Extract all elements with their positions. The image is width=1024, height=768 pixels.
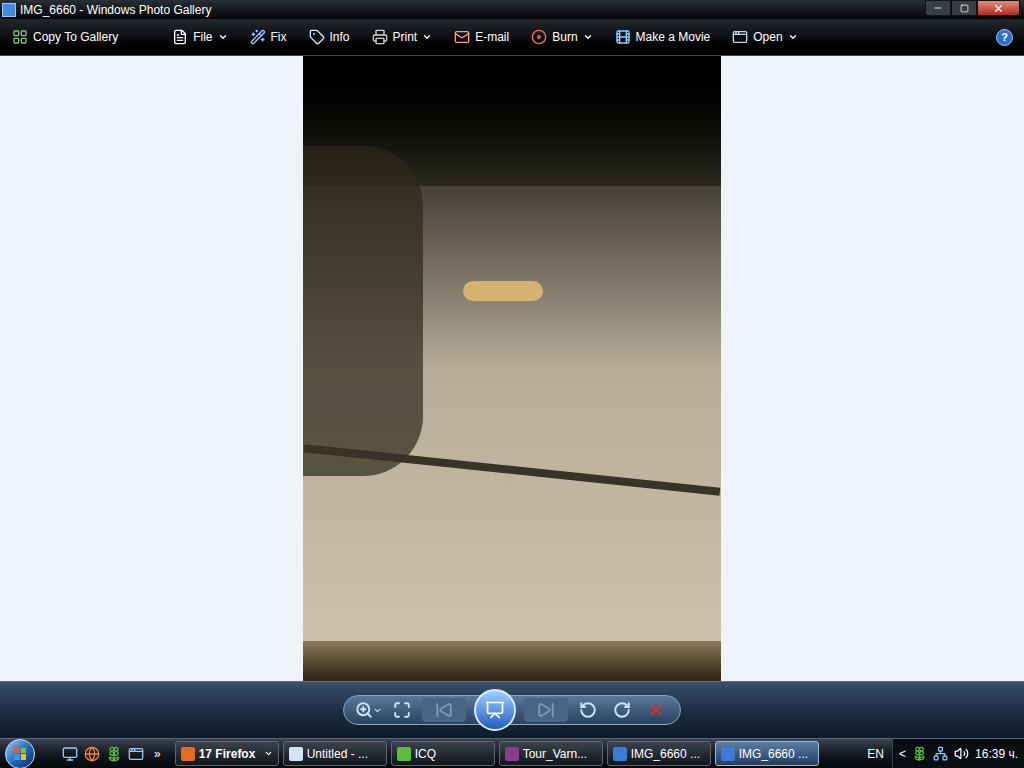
next-button[interactable] (524, 698, 568, 722)
minimize-button[interactable] (925, 0, 951, 16)
switch-windows-icon[interactable] (128, 746, 144, 762)
quick-launch: » (40, 745, 165, 763)
language-indicator[interactable]: EN (859, 745, 892, 763)
icq-tray-icon[interactable] (912, 746, 927, 761)
notepad-icon (289, 747, 303, 761)
icq-icon[interactable] (106, 746, 122, 762)
print-icon (372, 29, 388, 45)
slideshow-icon (485, 700, 505, 720)
fit-icon (393, 701, 411, 719)
taskbar-item[interactable]: 17 Firefox (175, 741, 279, 766)
fix-icon (250, 29, 266, 45)
maximize-button[interactable] (951, 0, 977, 16)
taskbar-item[interactable]: Untitled - ... (283, 741, 387, 766)
rotate-right-icon (613, 701, 631, 719)
photo (303, 56, 721, 681)
help-button[interactable]: ? (996, 29, 1013, 46)
toolbar-button[interactable]: Burn (527, 23, 596, 51)
slideshow-button[interactable] (474, 689, 516, 731)
volume-icon[interactable] (954, 746, 969, 761)
close-button[interactable] (977, 0, 1020, 16)
dropdown-icon (218, 32, 228, 42)
rotate-left-button[interactable] (574, 698, 602, 722)
gallery-icon (613, 747, 627, 761)
quick-launch-more[interactable]: » (154, 745, 161, 763)
zoom-button[interactable] (354, 698, 382, 722)
next-icon (537, 701, 555, 719)
app-icon (2, 3, 16, 17)
toolbar-button[interactable]: File (168, 23, 231, 51)
winrar-icon (505, 747, 519, 761)
toolbar-button[interactable]: Info (305, 23, 354, 51)
close-icon (993, 3, 1004, 14)
toolbar-button[interactable]: Print (368, 23, 437, 51)
toolbar: Copy To Gallery File Fix Info Print E-mail Bur… (0, 19, 1024, 56)
toolbar-button[interactable]: Open (728, 23, 801, 51)
info-icon (309, 29, 325, 45)
delete-button[interactable] (642, 698, 670, 722)
file-icon (172, 29, 188, 45)
show-hidden-icons[interactable]: < (899, 745, 906, 763)
photo-viewer (0, 56, 1024, 681)
dropdown-icon (264, 749, 273, 758)
previous-icon (435, 701, 453, 719)
movie-icon (615, 29, 631, 45)
open-icon (732, 29, 748, 45)
previous-button[interactable] (422, 698, 466, 722)
minimize-icon (933, 3, 943, 13)
control-bar (0, 681, 1024, 738)
zoom-icon (355, 701, 373, 719)
start-button[interactable] (0, 739, 40, 768)
gallery-icon (721, 747, 735, 761)
window-title: IMG_6660 - Windows Photo Gallery (20, 4, 925, 16)
dropdown-icon (583, 32, 593, 42)
dropdown-icon (422, 32, 432, 42)
taskbar: »17 FirefoxUntitled - ...ICQTour_Varn...… (0, 738, 1024, 768)
email-icon (454, 29, 470, 45)
desktop-icon[interactable] (62, 746, 78, 762)
network-icon[interactable] (933, 746, 948, 761)
firefox-icon (181, 747, 195, 761)
title-bar: IMG_6660 - Windows Photo Gallery (0, 0, 1024, 19)
photo-gallery-window: IMG_6660 - Windows Photo Gallery Copy To … (0, 0, 1024, 768)
gallery-icon (12, 29, 28, 45)
dropdown-icon (373, 706, 382, 715)
control-pill (343, 695, 681, 725)
clock[interactable]: 16:39 ч. (975, 745, 1018, 763)
toolbar-button[interactable]: Make a Movie (611, 23, 715, 51)
rotate-left-icon (579, 701, 597, 719)
taskbar-item[interactable]: Tour_Varn... (499, 741, 603, 766)
fit-button[interactable] (388, 698, 416, 722)
icq-icon (397, 747, 411, 761)
burn-icon (531, 29, 547, 45)
delete-icon (647, 701, 665, 719)
taskbar-item[interactable]: IMG_6660 ... (715, 741, 819, 766)
maximize-icon (960, 4, 969, 13)
dropdown-icon (788, 32, 798, 42)
toolbar-button[interactable]: Copy To Gallery (8, 23, 122, 51)
notification-area: <16:39 ч. (892, 739, 1024, 768)
windows-logo-icon (5, 739, 35, 768)
firefox-icon[interactable] (84, 746, 100, 762)
taskbar-items: 17 FirefoxUntitled - ...ICQTour_Varn...I… (165, 741, 819, 766)
taskbar-item[interactable]: IMG_6660 ... (607, 741, 711, 766)
toolbar-button[interactable]: Fix (246, 23, 291, 51)
rotate-right-button[interactable] (608, 698, 636, 722)
taskbar-item[interactable]: ICQ (391, 741, 495, 766)
toolbar-button[interactable]: E-mail (450, 23, 513, 51)
